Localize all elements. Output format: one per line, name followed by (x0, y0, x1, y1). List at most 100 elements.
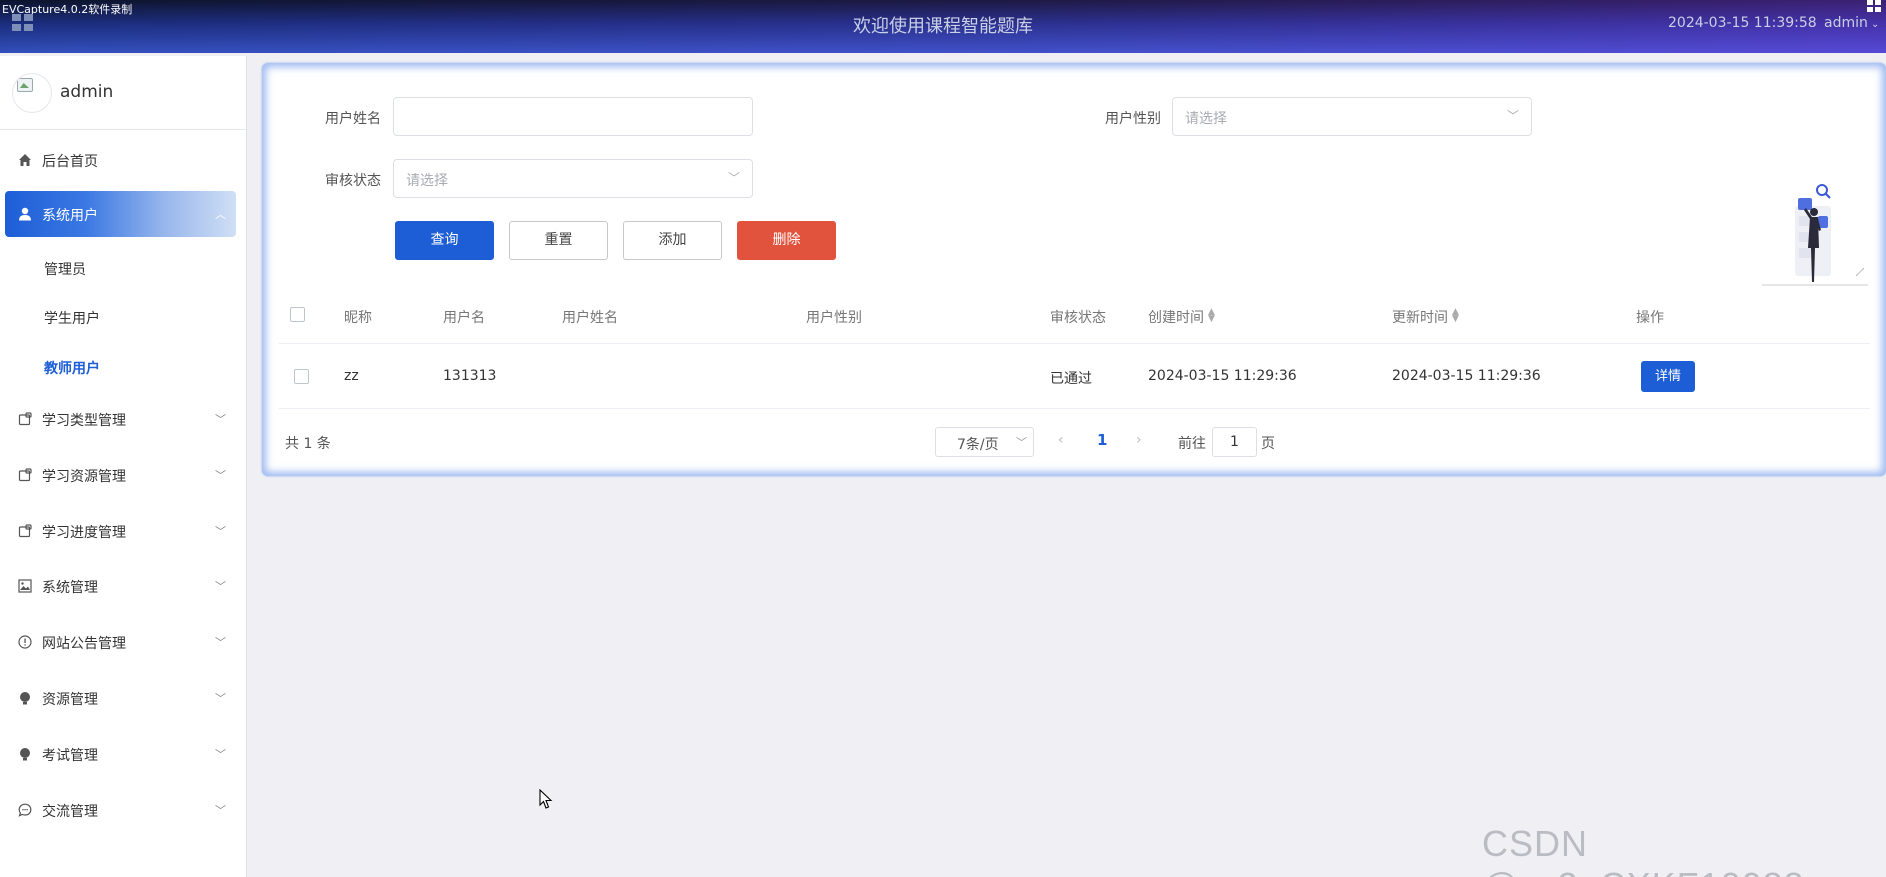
sidebar-subitem-teachers[interactable]: 教师用户 (44, 358, 100, 378)
sidebar-profile: admin (0, 56, 246, 130)
prev-page-button[interactable]: ‹ (1058, 432, 1064, 448)
sidebar-item-label: 系统管理 (42, 580, 98, 596)
sidebar-item-exams[interactable]: 考试管理 ﹀ (0, 731, 246, 777)
goto-label: 前往 (1178, 436, 1206, 452)
sidebar-item-study-resources[interactable]: 学习资源管理 ﹀ (0, 452, 246, 498)
sidebar-item-home[interactable]: 后台首页 (0, 137, 246, 183)
row-divider (279, 408, 1870, 409)
sidebar-item-study-types[interactable]: 学习类型管理 ﹀ (0, 396, 246, 442)
chevron-down-icon: ﹀ (1506, 109, 1519, 123)
detail-button[interactable]: 详情 (1641, 361, 1695, 392)
sidebar-item-label: 学习资源管理 (42, 469, 126, 485)
column-header-gender: 用户性别 (806, 310, 862, 326)
status-filter-label: 审核状态 (325, 173, 381, 189)
chevron-down-icon: ﹀ (215, 413, 226, 426)
sort-icon[interactable]: ▲ ▼ (1208, 308, 1215, 324)
sidebar-item-label: 资源管理 (42, 692, 98, 708)
sidebar-item-label: 学习进度管理 (42, 525, 126, 541)
cell-username: 131313 (443, 368, 497, 384)
column-header-username: 用户名 (443, 310, 485, 326)
chevron-down-icon: ﹀ (215, 804, 226, 817)
sidebar-item-label: 后台首页 (42, 154, 98, 170)
sidebar-subitem-admin[interactable]: 管理员 (44, 259, 86, 279)
gender-filter-placeholder: 请选择 (1185, 111, 1227, 127)
column-header-nickname: 昵称 (344, 310, 372, 326)
home-icon (18, 153, 32, 167)
chevron-down-icon: ﹀ (215, 692, 226, 705)
chat-icon (18, 803, 32, 817)
folder-icon (18, 524, 32, 538)
username-filter-label: 用户姓名 (325, 111, 381, 127)
column-header-updated[interactable]: 更新时间 ▲ ▼ (1392, 307, 1459, 327)
column-header-created[interactable]: 创建时间 ▲ ▼ (1148, 307, 1215, 327)
page-title: 欢迎使用课程智能题库 (853, 16, 1033, 37)
status-filter-placeholder: 请选择 (406, 173, 448, 189)
goto-page-input[interactable]: 1 (1212, 427, 1257, 457)
page-size-select[interactable]: 7条/页 ﹀ (935, 427, 1034, 457)
chevron-down-icon: ﹀ (1016, 436, 1027, 449)
header-divider (279, 343, 1870, 344)
status-filter-select[interactable]: 请选择 ﹀ (393, 159, 753, 198)
sidebar-item-announcements[interactable]: 网站公告管理 ﹀ (0, 619, 246, 665)
chevron-down-icon: ﹀ (215, 525, 226, 538)
avatar (12, 73, 52, 113)
pagination-total: 共 1 条 (285, 436, 331, 452)
column-header-actions: 操作 (1636, 310, 1664, 326)
delete-button[interactable]: 删除 (737, 221, 836, 260)
user-name: admin (1824, 15, 1868, 31)
column-header-status: 审核状态 (1050, 310, 1106, 326)
sidebar-item-study-progress[interactable]: 学习进度管理 ﹀ (0, 508, 246, 554)
user-menu[interactable]: admin ⌄ (1824, 15, 1879, 31)
sidebar-item-resources[interactable]: 资源管理 ﹀ (0, 675, 246, 721)
query-button[interactable]: 查询 (395, 221, 494, 260)
search-illustration (1762, 184, 1868, 286)
next-page-button[interactable]: › (1136, 432, 1142, 448)
add-button[interactable]: 添加 (623, 221, 722, 260)
row-checkbox[interactable] (294, 369, 309, 384)
chevron-down-icon: ﹀ (215, 748, 226, 761)
mouse-cursor-icon (539, 789, 553, 809)
header-datetime: 2024-03-15 11:39:58 (1668, 15, 1817, 31)
sidebar-item-label: 网站公告管理 (42, 636, 126, 652)
sidebar: admin 后台首页 系统用户 ︿ 管理员 学生用户 教师用户 学习类型管理 ﹀… (0, 56, 247, 877)
chevron-down-icon: ﹀ (215, 580, 226, 593)
chevron-down-icon: ﹀ (727, 171, 740, 185)
column-header-realname: 用户姓名 (562, 310, 618, 326)
watermark: CSDN @vx2_CXKF10088 (1482, 823, 1804, 877)
sidebar-item-label: 学习类型管理 (42, 413, 126, 429)
current-page[interactable]: 1 (1097, 431, 1107, 449)
user-icon (18, 207, 32, 221)
column-header-created-label: 创建时间 (1148, 310, 1204, 326)
bulb-icon (18, 747, 32, 761)
reset-button[interactable]: 重置 (509, 221, 608, 260)
sidebar-item-label: 交流管理 (42, 804, 98, 820)
sort-icon[interactable]: ▲ ▼ (1452, 308, 1459, 324)
page-size-value: 7条/页 (957, 437, 999, 453)
folder-icon (18, 412, 32, 426)
sidebar-item-system-admin[interactable]: 系统管理 ﹀ (0, 563, 246, 609)
select-all-checkbox[interactable] (290, 307, 305, 322)
gender-filter-label: 用户性别 (1105, 111, 1161, 127)
profile-name: admin (60, 82, 114, 102)
chevron-up-icon: ︿ (215, 208, 226, 221)
cell-nickname: zz (344, 368, 359, 384)
recorder-corner-icon (1867, 0, 1886, 14)
sidebar-item-communication[interactable]: 交流管理 ﹀ (0, 787, 246, 833)
sidebar-item-label: 系统用户 (42, 208, 98, 224)
info-icon (18, 635, 32, 649)
image-icon (18, 579, 32, 593)
cell-updated: 2024-03-15 11:29:36 (1392, 368, 1541, 384)
cell-created: 2024-03-15 11:29:36 (1148, 368, 1297, 384)
chevron-down-icon: ⌄ (1867, 19, 1880, 30)
folder-icon (18, 468, 32, 482)
chevron-down-icon: ﹀ (215, 469, 226, 482)
username-filter-input[interactable] (393, 97, 753, 136)
sidebar-subitem-students[interactable]: 学生用户 (44, 308, 100, 328)
cell-status: 已通过 (1050, 371, 1092, 387)
column-header-updated-label: 更新时间 (1392, 310, 1448, 326)
sidebar-item-system-users[interactable]: 系统用户 ︿ (5, 191, 236, 237)
sidebar-item-label: 考试管理 (42, 748, 98, 764)
chevron-down-icon: ﹀ (215, 636, 226, 649)
gender-filter-select[interactable]: 请选择 ﹀ (1172, 97, 1532, 136)
page-suffix: 页 (1261, 436, 1275, 452)
